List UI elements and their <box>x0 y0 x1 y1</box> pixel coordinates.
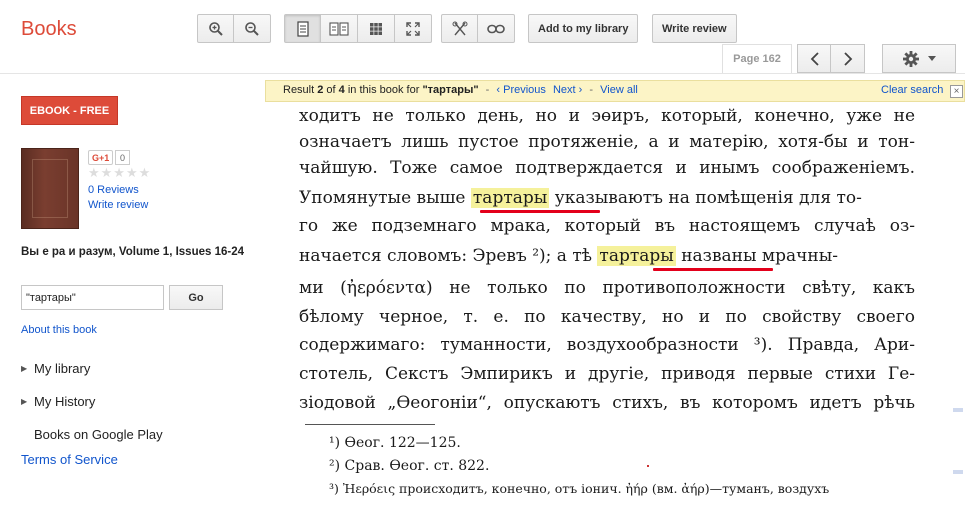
page-line: зіодовой „Өеогоніи“, опускаютъ стихъ, въ… <box>299 393 915 413</box>
clip-button[interactable] <box>441 14 478 43</box>
search-query: "тартары" <box>422 84 479 96</box>
rating-stars[interactable]: ★★★★★ <box>88 165 151 181</box>
google-plus-count: 0 <box>115 150 131 165</box>
view-all-link[interactable]: View all <box>600 84 638 96</box>
book-page-scan: ходитъ не только день, но и эөиръ, котор… <box>265 102 965 530</box>
page-indicator: Page 162 <box>722 44 792 73</box>
chevron-right-icon <box>843 51 852 66</box>
footnote: ¹) Өеог. 122—125. <box>329 435 461 451</box>
page-line: чайшую. Тоже самое подтверждается и иным… <box>299 158 915 178</box>
sidebar-item-label: My library <box>34 361 91 376</box>
footnote: ³) Ἠερόεις происходитъ, конечно, отъ іон… <box>329 481 830 496</box>
page-line: ми (ἠερόεντα) не только по противоположн… <box>299 278 915 298</box>
go-button[interactable]: Go <box>169 285 223 310</box>
write-review-link[interactable]: Write review <box>88 199 148 211</box>
previous-page-button[interactable] <box>797 44 832 73</box>
red-underline-annotation <box>653 268 773 271</box>
page-line: бѣлому черное, т. е. по качеству, но и п… <box>299 307 915 327</box>
thumbnails-icon <box>370 22 382 35</box>
book-title: Вы е ра и разум, Volume 1, Issues 16-24 <box>21 246 244 258</box>
page-line: начается словомъ: Эревъ ²); а тѣ тартары… <box>299 246 838 266</box>
red-underline-annotation <box>480 210 600 213</box>
search-highlight[interactable]: тартары <box>470 188 550 208</box>
books-logo[interactable]: Books <box>21 18 77 41</box>
zoom-in-icon <box>208 21 223 36</box>
zoom-group <box>197 14 271 43</box>
page-line: содержимаго: туманности, воздухообразнос… <box>299 335 915 355</box>
zoom-out-button[interactable] <box>234 14 271 43</box>
reviews-link[interactable]: 0 Reviews <box>88 184 139 196</box>
page-line: стотель, Секстъ Эмпирикъ и другіе, приво… <box>299 364 915 384</box>
sidebar-item-label: My History <box>34 394 96 409</box>
expand-triangle-icon: ▶ <box>21 397 28 406</box>
single-page-icon <box>296 20 309 37</box>
header-divider <box>0 73 965 74</box>
single-page-button[interactable] <box>284 14 321 43</box>
clip-icon <box>452 21 467 35</box>
scroll-marker[interactable] <box>953 470 963 474</box>
speck <box>647 465 649 467</box>
sidebar-item-label: Books on Google Play <box>34 427 163 442</box>
sidebar-item-my-history[interactable]: ▶ My History <box>21 394 95 409</box>
two-page-button[interactable] <box>321 14 358 43</box>
fullscreen-icon <box>406 21 420 36</box>
close-search-icon[interactable]: × <box>950 85 963 98</box>
share-group <box>441 14 515 43</box>
view-mode-group <box>284 14 432 43</box>
gear-icon <box>903 50 919 67</box>
two-page-icon <box>329 21 349 36</box>
search-result-bar: Result 2 of 4 in this book for "тартары"… <box>265 80 965 102</box>
search-highlight[interactable]: тартары <box>597 246 676 266</box>
page-line: ходитъ не только день, но и эөиръ, котор… <box>299 106 915 126</box>
about-this-book-link[interactable]: About this book <box>21 324 97 336</box>
clear-search-link[interactable]: Clear search <box>881 84 943 96</box>
result-summary: Result 2 of 4 in this book for "тартары"… <box>283 84 638 96</box>
next-result-link[interactable]: Next › <box>553 84 582 96</box>
fullscreen-button[interactable] <box>395 14 432 43</box>
zoom-out-icon <box>245 21 259 36</box>
sidebar-item-books-on-google-play[interactable]: Books on Google Play <box>21 427 163 442</box>
next-page-button[interactable] <box>830 44 865 73</box>
footnote-rule <box>305 424 435 425</box>
page-line: Упомянутые выше тартары указываютъ на по… <box>299 188 862 208</box>
dropdown-arrow-icon <box>928 56 936 61</box>
thumbnails-button[interactable] <box>358 14 395 43</box>
ebook-free-button[interactable]: EBOOK - FREE <box>21 96 118 125</box>
add-to-library-button[interactable]: Add to my library <box>528 14 639 43</box>
previous-result-link[interactable]: ‹ Previous <box>496 84 546 96</box>
terms-of-service-link[interactable]: Terms of Service <box>21 452 118 467</box>
chevron-left-icon <box>810 51 819 66</box>
page-line: означаетъ лишь пустое протяженіе, а и ма… <box>299 132 915 152</box>
footnote: ²) Срав. Өеог. ст. 822. <box>329 458 490 474</box>
link-icon <box>487 24 505 33</box>
sidebar-item-my-library[interactable]: ▶ My library <box>21 361 90 376</box>
book-cover[interactable] <box>21 148 79 229</box>
write-review-button[interactable]: Write review <box>652 14 737 43</box>
zoom-in-button[interactable] <box>197 14 234 43</box>
google-plus-button[interactable]: G+1 <box>88 150 114 165</box>
search-in-book-input[interactable] <box>21 285 164 310</box>
link-button[interactable] <box>478 14 515 43</box>
settings-button[interactable] <box>882 44 956 73</box>
page-line: го же подземнаго мрака, который въ насто… <box>299 216 915 236</box>
scroll-marker[interactable] <box>953 408 963 412</box>
expand-triangle-icon: ▶ <box>21 364 28 373</box>
